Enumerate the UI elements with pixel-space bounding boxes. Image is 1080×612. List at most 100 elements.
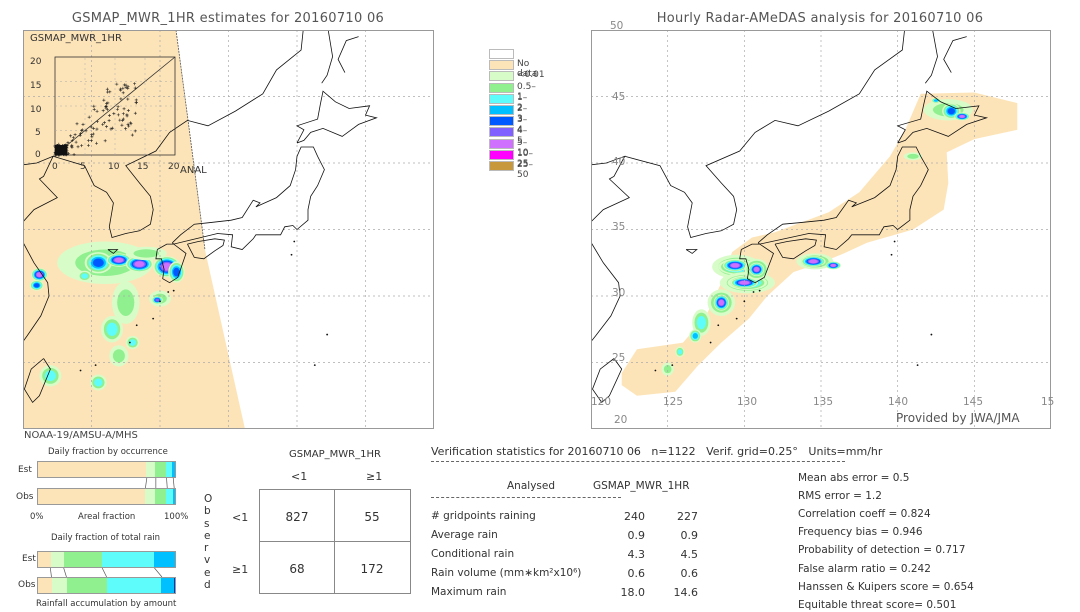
divider (431, 497, 621, 498)
bar-segment (38, 578, 53, 593)
rain-area (696, 315, 706, 330)
col-est: GSMAP_MWR_1HR (593, 480, 690, 492)
stat-label: Maximum rain (431, 586, 507, 598)
island (128, 341, 131, 344)
stat-label: Average rain (431, 529, 498, 541)
stat-analysed: 0.6 (627, 567, 646, 580)
col-analysed: Analysed (507, 480, 555, 492)
rain-area (155, 298, 160, 302)
bar-segment (166, 489, 174, 504)
axis-left: 0% (30, 512, 44, 522)
score: Probability of detection = 0.717 (798, 544, 966, 557)
lat-label: 50 (610, 20, 624, 32)
legend-swatch (489, 138, 514, 149)
score: Frequency bias = 0.946 (798, 526, 923, 539)
lon-label: 135 (813, 396, 834, 408)
rain-area (81, 273, 89, 279)
connector-line (145, 478, 148, 489)
stat-analysed: 0.9 (627, 529, 646, 542)
legend-swatch (489, 149, 514, 160)
rain-area (106, 322, 118, 336)
connector-line (49, 568, 52, 578)
rain-area (44, 370, 56, 382)
bar-segment (52, 578, 68, 593)
lat-label: 45 (612, 91, 626, 103)
stat-est: 0.6 (680, 567, 699, 580)
connector-line (172, 478, 175, 489)
island (172, 289, 175, 292)
stat-est: 0.9 (680, 529, 699, 542)
rain-area (730, 263, 740, 268)
inset-y-tick: 20 (30, 57, 42, 67)
island (326, 333, 329, 336)
score: Correlation coeff = 0.824 (798, 508, 931, 521)
rain-area (718, 299, 725, 306)
bar-segment (67, 578, 107, 593)
contingency-header: GSMAP_MWR_1HR (289, 449, 381, 460)
score: RMS error = 1.2 (798, 490, 882, 503)
scatter-dense-cluster (55, 145, 67, 155)
connector-line (154, 568, 163, 578)
bar-segment (173, 489, 175, 504)
legend-swatch (489, 161, 514, 171)
lon-label: 120 (591, 396, 612, 408)
occurrence-est-bar (37, 461, 176, 478)
inset-x-tick: 10 (108, 162, 120, 172)
island (94, 364, 97, 367)
axis-mid: Areal fraction (78, 512, 136, 522)
legend-swatch (489, 105, 514, 115)
bar-segment (172, 462, 175, 477)
island (671, 364, 674, 367)
cell-hit-neg: 827 (285, 510, 309, 524)
legend-swatch (489, 71, 514, 82)
row-label: ≥1 (232, 563, 249, 576)
bar-segment (161, 578, 174, 593)
sensor-label: NOAA-19/AMSU-A/MHS (24, 430, 138, 441)
bar-segment (38, 489, 145, 504)
island (717, 324, 720, 327)
island (735, 317, 738, 320)
stat-label: Conditional rain (431, 548, 515, 560)
lon-label: 130 (737, 396, 758, 408)
rain-area (33, 283, 40, 288)
island (743, 300, 746, 303)
rain-area (677, 349, 683, 355)
rain-area (808, 259, 818, 264)
bar-segment (102, 552, 154, 567)
lat-label: 40 (612, 156, 626, 168)
stat-label: Rain volume (mm∗km²x10⁶) (431, 567, 582, 579)
inset-x-label: ANAL (180, 165, 207, 176)
score: Equitable threat score= 0.501 (798, 598, 957, 611)
island (152, 317, 155, 320)
rain-area (133, 249, 160, 258)
island (79, 369, 82, 372)
left-map-title: GSMAP_MWR_1HR estimates for 20160710 06 (71, 11, 385, 26)
lon-label: 125 (663, 396, 684, 408)
total-rain-est-bar (37, 551, 176, 568)
island (916, 364, 919, 367)
rain-area (112, 349, 125, 363)
stat-analysed: 240 (624, 510, 645, 523)
est-label: Est (22, 554, 36, 564)
occurrence-title: Daily fraction by occurrence (48, 447, 168, 457)
total-rain-caption: Rainfall accumulation by amount (36, 599, 177, 609)
stat-label: # gridpoints raining (431, 510, 536, 522)
stat-analysed: 4.3 (627, 548, 646, 561)
obs-label: Obs (16, 492, 34, 502)
occurrence-obs-bar (37, 488, 176, 505)
bar-segment (155, 489, 167, 504)
score: False alarm ratio = 0.242 (798, 562, 931, 575)
stat-analysed: 18.0 (620, 586, 646, 599)
obs-label: Obs (18, 580, 36, 590)
island (313, 364, 316, 367)
inset-x-tick: 20 (168, 162, 180, 172)
island (709, 341, 712, 344)
bar-segment (146, 462, 156, 477)
inset-x-tick: 0 (52, 162, 58, 172)
lat-label: 30 (612, 287, 626, 299)
legend-label: <0.01 (517, 70, 545, 81)
bar-segment (153, 552, 175, 567)
score: Mean abs error = 0.5 (798, 472, 910, 484)
rain-area (117, 289, 135, 316)
bar-segment (144, 489, 156, 504)
